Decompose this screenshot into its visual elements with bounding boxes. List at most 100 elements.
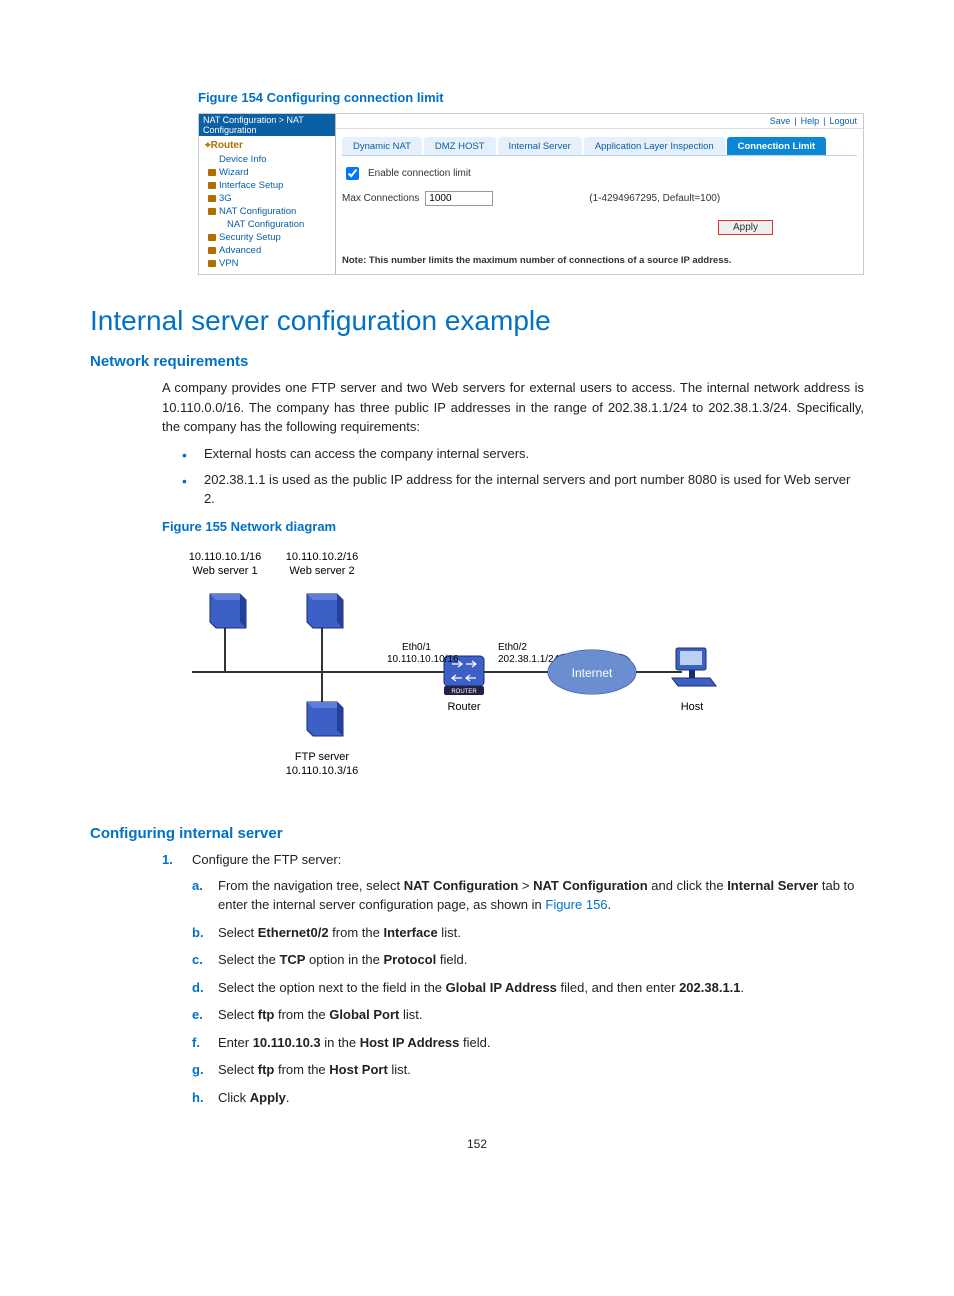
s1d-b2: 202.38.1.1 <box>679 980 740 995</box>
step-1g: Select ftp from the Host Port list. <box>192 1060 864 1080</box>
max-connections-hint: (1-4294967295, Default=100) <box>589 193 720 204</box>
s1f-mid: in the <box>321 1035 360 1050</box>
step-1h: Click Apply. <box>192 1088 864 1108</box>
svg-text:ROUTER: ROUTER <box>451 689 477 695</box>
s1b-post: list. <box>438 925 461 940</box>
s1c-mid: option in the <box>305 952 383 967</box>
nav-interface-setup[interactable]: Interface Setup <box>205 179 335 192</box>
s1d-pre: Select the option next to the field in t… <box>218 980 446 995</box>
step-1b: Select Ethernet0/2 from the Interface li… <box>192 923 864 943</box>
s1g-pre: Select <box>218 1062 258 1077</box>
page-number: 152 <box>90 1137 864 1151</box>
step-1d: Select the option next to the field in t… <box>192 978 864 998</box>
eth01-label: Eth0/1 <box>402 642 431 653</box>
s1b-mid: from the <box>329 925 384 940</box>
s1b-b2: Interface <box>383 925 437 940</box>
s1d-mid: filed, and then enter <box>557 980 679 995</box>
step-1e: Select ftp from the Global Port list. <box>192 1005 864 1025</box>
s1e-pre: Select <box>218 1007 258 1022</box>
max-connections-label: Max Connections <box>342 193 419 204</box>
step-1a: From the navigation tree, select NAT Con… <box>192 876 864 915</box>
s1e-mid: from the <box>274 1007 329 1022</box>
s1a-dot: . <box>608 897 612 912</box>
s1e-post: list. <box>399 1007 422 1022</box>
nav-vpn[interactable]: VPN <box>205 257 335 270</box>
nav-advanced[interactable]: Advanced <box>205 244 335 257</box>
ftp-label: FTP server <box>295 751 350 763</box>
tab-dynamic-nat[interactable]: Dynamic NAT <box>342 137 422 155</box>
s1g-post: list. <box>388 1062 411 1077</box>
ws2-label: Web server 2 <box>289 565 354 577</box>
nav-nat-configuration-sub[interactable]: NAT Configuration <box>205 218 335 231</box>
s1e-b1: ftp <box>258 1007 275 1022</box>
ws2-ip: 10.110.10.2/16 <box>286 551 359 563</box>
tab-app-layer-inspection[interactable]: Application Layer Inspection <box>584 137 725 155</box>
s1a-mid: and click the <box>648 878 728 893</box>
section-title: Internal server configuration example <box>90 305 864 337</box>
step-1c: Select the TCP option in the Protocol fi… <box>192 950 864 970</box>
s1f-b2: Host IP Address <box>360 1035 460 1050</box>
eth02-label: Eth0/2 <box>498 642 527 653</box>
enable-connection-limit-checkbox[interactable] <box>346 167 359 180</box>
toplink-save[interactable]: Save <box>770 116 791 126</box>
figure-155-caption: Figure 155 Network diagram <box>162 519 864 534</box>
s1a-b3: Internal Server <box>727 878 818 893</box>
s1c-b1: TCP <box>279 952 305 967</box>
step-1: Configure the FTP server: From the navig… <box>162 850 864 1107</box>
s1h-b1: Apply <box>250 1090 286 1105</box>
figure-156-link[interactable]: Figure 156 <box>545 897 607 912</box>
s1f-pre: Enter <box>218 1035 253 1050</box>
network-requirements-heading: Network requirements <box>90 353 864 370</box>
step-1f: Enter 10.110.10.3 in the Host IP Address… <box>192 1033 864 1053</box>
eth01-ip: 10.110.10.10/16 <box>387 654 459 665</box>
s1f-post: field. <box>459 1035 490 1050</box>
breadcrumb: NAT Configuration > NAT Configuration <box>199 114 335 136</box>
router-label: Router <box>447 701 480 713</box>
nav-device-info[interactable]: Device Info <box>205 153 335 166</box>
s1a-b2: NAT Configuration <box>533 878 648 893</box>
ws1-ip: 10.110.10.1/16 <box>189 551 262 563</box>
s1h-post: . <box>286 1090 290 1105</box>
connection-limit-note: Note: This number limits the maximum num… <box>342 255 857 266</box>
step-1-text: Configure the FTP server: <box>192 852 341 867</box>
nav-wizard[interactable]: Wizard <box>205 166 335 179</box>
nav-3g[interactable]: 3G <box>205 192 335 205</box>
apply-button[interactable]: Apply <box>718 220 773 235</box>
nav-security-setup[interactable]: Security Setup <box>205 231 335 244</box>
network-requirements-para: A company provides one FTP server and tw… <box>162 378 864 437</box>
s1a-b1: NAT Configuration <box>404 878 519 893</box>
host-label: Host <box>681 701 704 713</box>
figure-154-caption: Figure 154 Configuring connection limit <box>198 90 864 105</box>
s1c-b2: Protocol <box>384 952 437 967</box>
s1d-post: . <box>741 980 745 995</box>
tab-connection-limit[interactable]: Connection Limit <box>727 137 827 155</box>
s1e-b2: Global Port <box>329 1007 399 1022</box>
ws1-label: Web server 1 <box>192 565 257 577</box>
network-diagram: 10.110.10.1/16 Web server 1 10.110.10.2/… <box>162 542 864 805</box>
toplink-logout[interactable]: Logout <box>829 116 857 126</box>
s1c-pre: Select the <box>218 952 279 967</box>
navroot: ⌖Router <box>205 140 335 151</box>
s1a-gt: > <box>518 878 533 893</box>
internet-label: Internet <box>572 666 613 680</box>
s1f-b1: 10.110.10.3 <box>253 1035 321 1050</box>
navroot-label: Router <box>211 140 243 151</box>
tab-dmz-host[interactable]: DMZ HOST <box>424 137 496 155</box>
s1a-pre: From the navigation tree, select <box>218 878 404 893</box>
s1b-b1: Ethernet0/2 <box>258 925 329 940</box>
enable-connection-limit-label: Enable connection limit <box>368 168 471 179</box>
s1g-mid: from the <box>274 1062 329 1077</box>
max-connections-input[interactable] <box>425 191 493 206</box>
tab-internal-server[interactable]: Internal Server <box>498 137 582 155</box>
s1c-post: field. <box>436 952 467 967</box>
toplink-help[interactable]: Help <box>801 116 820 126</box>
requirement-2: 202.38.1.1 is used as the public IP addr… <box>182 471 864 509</box>
requirement-1: External hosts can access the company in… <box>182 445 864 464</box>
s1b-pre: Select <box>218 925 258 940</box>
ftp-ip: 10.110.10.3/16 <box>286 765 359 777</box>
nav-nat-configuration[interactable]: NAT Configuration <box>205 205 335 218</box>
s1g-b1: ftp <box>258 1062 275 1077</box>
figure-154-screenshot: NAT Configuration > NAT Configuration ⌖R… <box>198 113 864 275</box>
s1d-b1: Global IP Address <box>446 980 557 995</box>
s1g-b2: Host Port <box>329 1062 388 1077</box>
